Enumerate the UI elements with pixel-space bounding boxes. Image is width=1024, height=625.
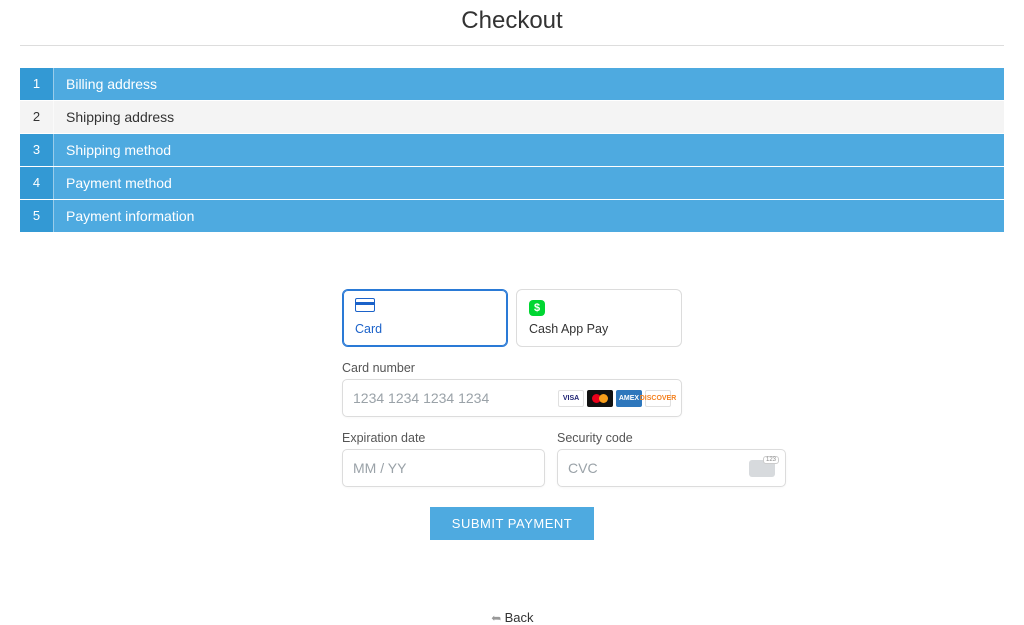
- back-row: ➦ Back: [20, 610, 1004, 625]
- expiration-field-wrap: [342, 449, 545, 487]
- step-payment-information[interactable]: 5 Payment information: [20, 200, 1004, 233]
- page-title: Checkout: [20, 0, 1004, 46]
- submit-payment-button[interactable]: SUBMIT PAYMENT: [430, 507, 594, 540]
- cvc-input[interactable]: [568, 450, 749, 486]
- expiration-label: Expiration date: [342, 431, 545, 445]
- cvc-icon: [749, 460, 775, 477]
- back-link[interactable]: ➦ Back: [491, 610, 534, 625]
- step-number: 1: [20, 68, 54, 100]
- back-label: Back: [505, 610, 534, 625]
- step-label: Shipping address: [54, 101, 1004, 133]
- card-brand-logos: VISA AMEX DISCOVER: [558, 390, 671, 407]
- step-label: Shipping method: [54, 134, 1004, 166]
- step-number: 4: [20, 167, 54, 199]
- tab-card[interactable]: Card: [342, 289, 508, 347]
- discover-icon: DISCOVER: [645, 390, 671, 407]
- cvc-label: Security code: [557, 431, 786, 445]
- step-label: Billing address: [54, 68, 1004, 100]
- back-arrow-icon: ➦: [491, 611, 501, 625]
- mastercard-icon: [587, 390, 613, 407]
- payment-form: Card $ Cash App Pay Card number VISA AME…: [342, 289, 682, 540]
- step-payment-method[interactable]: 4 Payment method: [20, 167, 1004, 200]
- card-number-label: Card number: [342, 361, 682, 375]
- tab-cash-app-pay[interactable]: $ Cash App Pay: [516, 289, 682, 347]
- amex-icon: AMEX: [616, 390, 642, 407]
- tab-cashapp-label: Cash App Pay: [529, 322, 608, 336]
- card-icon: [355, 298, 375, 312]
- payment-method-tabs: Card $ Cash App Pay: [342, 289, 682, 347]
- step-shipping-address[interactable]: 2 Shipping address: [20, 101, 1004, 134]
- step-shipping-method[interactable]: 3 Shipping method: [20, 134, 1004, 167]
- step-number: 2: [20, 101, 54, 133]
- expiration-input[interactable]: [353, 450, 534, 486]
- step-label: Payment information: [54, 200, 1004, 232]
- cashapp-icon: $: [529, 300, 545, 316]
- step-billing-address[interactable]: 1 Billing address: [20, 68, 1004, 101]
- card-number-field-wrap: VISA AMEX DISCOVER: [342, 379, 682, 417]
- step-number: 5: [20, 200, 54, 232]
- tab-card-label: Card: [355, 322, 382, 336]
- card-number-input[interactable]: [353, 380, 558, 416]
- cvc-field-wrap: [557, 449, 786, 487]
- checkout-steps: 1 Billing address 2 Shipping address 3 S…: [20, 68, 1004, 233]
- step-label: Payment method: [54, 167, 1004, 199]
- step-number: 3: [20, 134, 54, 166]
- visa-icon: VISA: [558, 390, 584, 407]
